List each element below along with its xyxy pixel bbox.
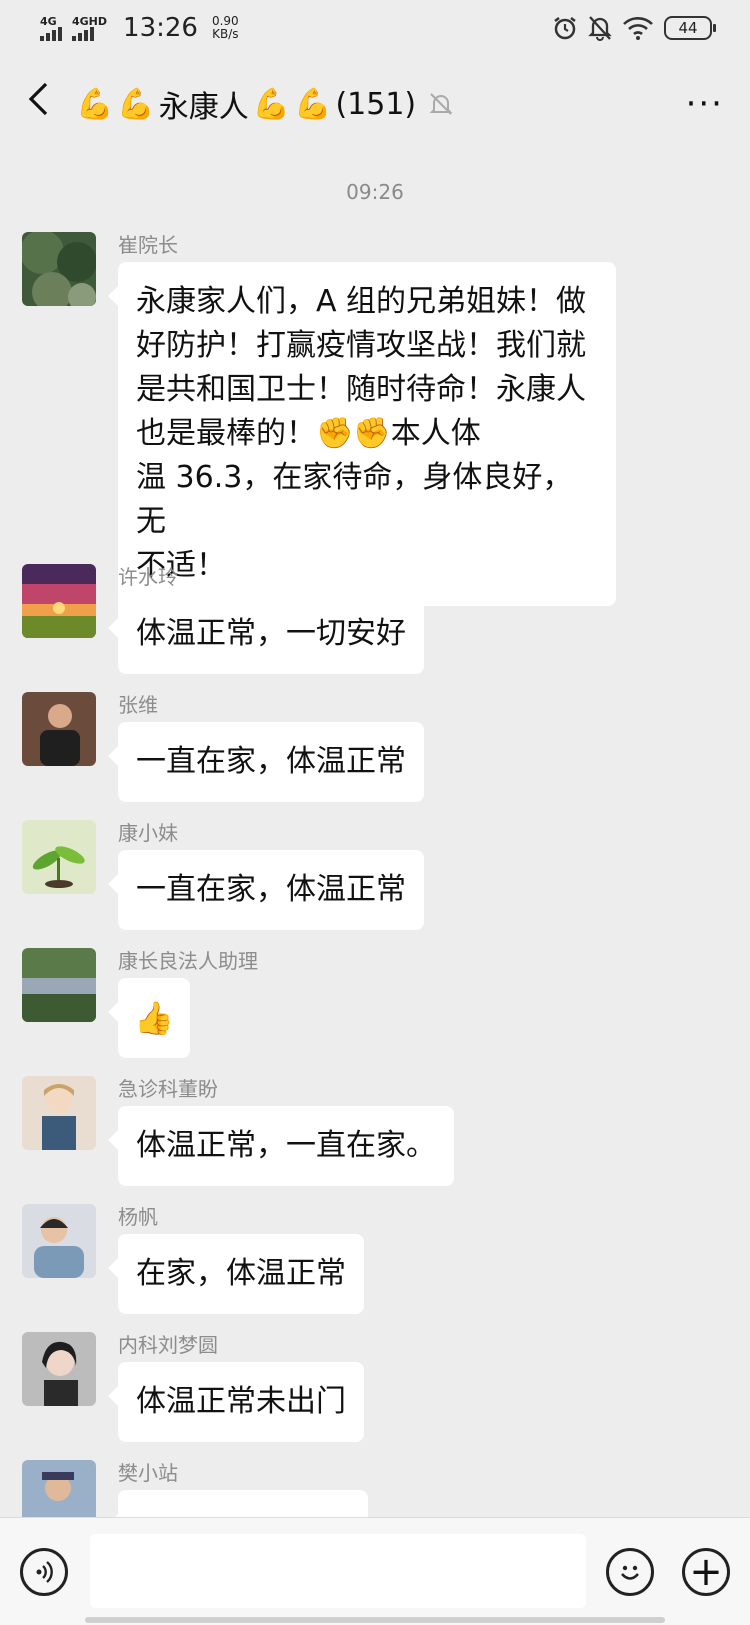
battery-indicator: 44 xyxy=(664,16,716,40)
signal-2: 4GHD xyxy=(72,16,107,41)
member-count: (151) xyxy=(335,86,417,122)
avatar[interactable] xyxy=(22,948,96,1022)
avatar[interactable] xyxy=(22,1076,96,1150)
input-bar: + xyxy=(0,1517,750,1625)
plus-button[interactable]: + xyxy=(682,1548,730,1596)
message-text-line: 好防护！打赢疫情攻坚战！我们就 xyxy=(136,328,586,363)
avatar[interactable] xyxy=(22,820,96,894)
message-timestamp: 09:26 xyxy=(346,180,404,204)
emoji-icon xyxy=(621,1565,639,1580)
message-text-line: 是共和国卫士！随时待命！永康人 xyxy=(136,372,586,407)
avatar[interactable] xyxy=(22,1204,96,1278)
emoji-button[interactable] xyxy=(606,1548,654,1596)
status-bar: 4G 4GHD 13:26 0.90 KB/s 44 xyxy=(0,0,750,56)
message-bubble[interactable]: 永康家人们，A 组的兄弟姐妹！做 好防护！打赢疫情攻坚战！我们就 是共和国卫士！… xyxy=(108,262,616,606)
message-bubble[interactable]: 体温正常未出门 xyxy=(108,1362,364,1442)
bell-off-icon xyxy=(429,93,453,115)
chat-title: 💪 💪 永康人 💪 💪 (151) xyxy=(76,82,678,126)
bell-off-icon xyxy=(588,16,612,41)
status-time: 13:26 xyxy=(123,13,198,43)
muscle-emoji-2: 💪 xyxy=(117,86,155,122)
message-bubble[interactable]: 体温正常，一直在家。 xyxy=(108,1106,454,1186)
chat-header: 💪 💪 永康人 💪 💪 (151) ··· xyxy=(0,56,750,152)
sender-name: 樊小站 xyxy=(118,1461,178,1485)
signal-bars-icon xyxy=(72,26,94,41)
avatar[interactable] xyxy=(22,1332,96,1406)
message-input[interactable] xyxy=(90,1534,586,1608)
signal-2-label: 4GHD xyxy=(72,14,108,28)
signal-1: 4G xyxy=(40,16,62,41)
alarm-icon xyxy=(554,17,576,40)
message-bubble[interactable]: 一直在家，体温正常 xyxy=(108,850,424,930)
chat-message-list[interactable]: 09:26 崔院长 永康家人们，A 组的兄弟姐妹！做 好防护！打赢疫情攻坚战！我… xyxy=(0,152,750,1517)
message-bubble[interactable]: 体温正常，一切安好 xyxy=(108,594,424,674)
signal-1-label: 4G xyxy=(40,14,57,28)
muscle-emoji-1: 💪 xyxy=(76,86,114,122)
avatar[interactable] xyxy=(22,564,96,638)
message-text-line: 也是最棒的！✊✊本人体 xyxy=(136,416,481,451)
avatar[interactable] xyxy=(22,692,96,766)
signal-bars-icon xyxy=(40,26,62,41)
muscle-emoji-3: 💪 xyxy=(252,86,291,122)
message-bubble[interactable]: 在家，体温正常 xyxy=(108,1234,364,1314)
net-speed: 0.90 KB/s xyxy=(212,15,239,41)
voice-button[interactable] xyxy=(20,1548,68,1596)
message-text-line: 不适！ xyxy=(136,548,226,583)
sender-name: 急诊科董盼 xyxy=(118,1077,218,1101)
wifi-icon xyxy=(623,17,653,40)
sender-name: 许水玲 xyxy=(118,565,178,589)
muscle-emoji-4: 💪 xyxy=(294,86,332,122)
sender-name: 杨帆 xyxy=(118,1205,158,1229)
net-speed-unit: KB/s xyxy=(212,27,239,41)
voice-icon xyxy=(36,1561,53,1583)
avatar[interactable] xyxy=(22,1460,96,1517)
message-bubble[interactable]: 一直在家，体温正常 xyxy=(108,722,424,802)
sender-name: 崔院长 xyxy=(118,233,178,257)
plus-icon: + xyxy=(689,1549,723,1595)
chevron-left-icon xyxy=(28,82,48,116)
back-button[interactable] xyxy=(26,81,76,127)
message-text-line: 永康家人们，A 组的兄弟姐妹！做 xyxy=(136,284,587,319)
message-text-line: 温 36.3，在家待命，身体良好，无 xyxy=(136,460,573,539)
avatar[interactable] xyxy=(22,232,96,306)
more-options-button[interactable]: ··· xyxy=(678,84,724,124)
sender-name: 张维 xyxy=(118,693,158,717)
gesture-bar[interactable] xyxy=(85,1617,665,1623)
sender-name: 康长良法人助理 xyxy=(118,949,258,973)
group-name: 永康人 xyxy=(158,90,249,125)
sender-name: 康小妹 xyxy=(118,821,178,845)
message-bubble[interactable]: 👍 xyxy=(108,978,190,1058)
sender-name: 内科刘梦圆 xyxy=(118,1333,218,1357)
message-bubble[interactable] xyxy=(108,1490,368,1517)
